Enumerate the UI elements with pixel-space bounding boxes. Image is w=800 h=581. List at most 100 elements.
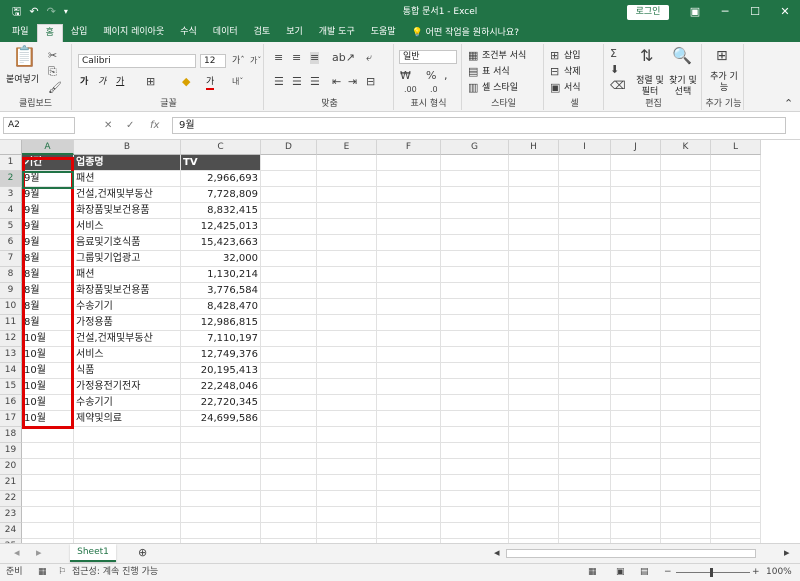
- page-layout-icon[interactable]: ▣: [616, 564, 625, 581]
- paste-icon[interactable]: 📋: [12, 46, 37, 66]
- column-header[interactable]: J: [611, 140, 661, 155]
- grid-cell[interactable]: [261, 347, 317, 363]
- conditional-format-button[interactable]: 조건부 서식: [482, 50, 526, 62]
- grid-cell[interactable]: [441, 363, 509, 379]
- cell-style-button[interactable]: 셀 스타일: [482, 82, 518, 94]
- data-cell[interactable]: 20,195,413: [181, 363, 261, 379]
- data-cell[interactable]: 서비스: [74, 347, 181, 363]
- data-cell[interactable]: 7,728,809: [181, 187, 261, 203]
- middle-align-icon[interactable]: ≡: [292, 52, 301, 64]
- row-header[interactable]: 20: [0, 459, 22, 475]
- scroll-right-icon[interactable]: ▸: [784, 547, 790, 559]
- grid-cell[interactable]: [711, 443, 761, 459]
- grid-cell[interactable]: [661, 395, 711, 411]
- data-cell[interactable]: 8월: [22, 251, 74, 267]
- grid-cell[interactable]: [711, 427, 761, 443]
- data-cell[interactable]: 가정용전기전자: [74, 379, 181, 395]
- collapse-ribbon-icon[interactable]: ⌃: [784, 98, 793, 110]
- grid-cell[interactable]: [661, 459, 711, 475]
- tab-9[interactable]: 도움말: [363, 24, 404, 42]
- grid-cell[interactable]: [261, 299, 317, 315]
- grid-cell[interactable]: [317, 443, 377, 459]
- row-header[interactable]: 10: [0, 299, 22, 315]
- grid-cell[interactable]: [377, 283, 441, 299]
- grid-cell[interactable]: [441, 491, 509, 507]
- grid-cell[interactable]: [661, 427, 711, 443]
- column-header[interactable]: A: [22, 140, 74, 155]
- cut-icon[interactable]: ✂: [48, 50, 57, 62]
- grid-cell[interactable]: [661, 155, 711, 171]
- grid-cell[interactable]: [441, 171, 509, 187]
- table-format-button[interactable]: 표 서식: [482, 66, 510, 78]
- grid-cell[interactable]: [559, 251, 611, 267]
- tab-7[interactable]: 보기: [278, 24, 311, 42]
- row-header[interactable]: 19: [0, 443, 22, 459]
- tab-1[interactable]: 홈: [36, 24, 63, 42]
- grid-cell[interactable]: [611, 331, 661, 347]
- grid-cell[interactable]: [509, 155, 559, 171]
- row-header[interactable]: 3: [0, 187, 22, 203]
- grid-cell[interactable]: [181, 507, 261, 523]
- grid-cell[interactable]: [317, 523, 377, 539]
- grid-cell[interactable]: [317, 395, 377, 411]
- normal-view-icon[interactable]: ▦: [588, 564, 597, 581]
- customize-qat-icon[interactable]: ▾: [64, 0, 68, 24]
- data-cell[interactable]: 22,720,345: [181, 395, 261, 411]
- grid-cell[interactable]: [377, 507, 441, 523]
- undo-icon[interactable]: ↶: [29, 0, 38, 24]
- data-cell[interactable]: 음료및기호식품: [74, 235, 181, 251]
- grid-cell[interactable]: [611, 219, 661, 235]
- ribbon-display-icon[interactable]: ▣: [680, 0, 710, 24]
- column-header[interactable]: L: [711, 140, 761, 155]
- tab-4[interactable]: 수식: [172, 24, 205, 42]
- grid-cell[interactable]: [441, 203, 509, 219]
- row-header[interactable]: 8: [0, 267, 22, 283]
- data-cell[interactable]: 건설,건재및부동산: [74, 187, 181, 203]
- grid-cell[interactable]: [261, 443, 317, 459]
- grid-cell[interactable]: [377, 331, 441, 347]
- tab-5[interactable]: 데이터: [205, 24, 246, 42]
- grid-cell[interactable]: [509, 427, 559, 443]
- name-box[interactable]: A2: [3, 117, 75, 134]
- grid-cell[interactable]: [441, 187, 509, 203]
- add-sheet-icon[interactable]: ⊕: [138, 547, 147, 559]
- grid-cell[interactable]: [377, 299, 441, 315]
- grid-cell[interactable]: [559, 363, 611, 379]
- grid-cell[interactable]: [711, 235, 761, 251]
- sheet-tab[interactable]: Sheet1: [70, 544, 116, 562]
- data-cell[interactable]: 10월: [22, 395, 74, 411]
- grid-cell[interactable]: [559, 299, 611, 315]
- row-header[interactable]: 22: [0, 491, 22, 507]
- grid-cell[interactable]: [509, 411, 559, 427]
- grid-cell[interactable]: [261, 459, 317, 475]
- grid-cell[interactable]: [661, 187, 711, 203]
- grid-cell[interactable]: [611, 283, 661, 299]
- grid-cell[interactable]: [261, 475, 317, 491]
- header-cell[interactable]: 업종명: [74, 155, 181, 171]
- grid-cell[interactable]: [661, 363, 711, 379]
- grid-cell[interactable]: [559, 347, 611, 363]
- increase-decimal-icon[interactable]: .00: [404, 84, 417, 96]
- column-header[interactable]: K: [661, 140, 711, 155]
- column-header[interactable]: C: [181, 140, 261, 155]
- data-cell[interactable]: 32,000: [181, 251, 261, 267]
- grid-cell[interactable]: [441, 395, 509, 411]
- column-header[interactable]: D: [261, 140, 317, 155]
- grid-cell[interactable]: [661, 443, 711, 459]
- grid-cell[interactable]: [377, 411, 441, 427]
- grid-cell[interactable]: [377, 427, 441, 443]
- scroll-left-icon[interactable]: ◂: [494, 547, 500, 559]
- row-header[interactable]: 16: [0, 395, 22, 411]
- grid-cell[interactable]: [661, 299, 711, 315]
- grid-cell[interactable]: [377, 347, 441, 363]
- format-painter-icon[interactable]: 🖌: [48, 82, 62, 94]
- grid-cell[interactable]: [711, 523, 761, 539]
- row-header[interactable]: 5: [0, 219, 22, 235]
- page-break-icon[interactable]: ▤: [640, 564, 649, 581]
- column-header[interactable]: H: [509, 140, 559, 155]
- grid-cell[interactable]: [317, 411, 377, 427]
- grid-cell[interactable]: [377, 363, 441, 379]
- increase-indent-icon[interactable]: ⇥: [348, 76, 357, 88]
- grid-cell[interactable]: [261, 331, 317, 347]
- grid-cell[interactable]: [441, 411, 509, 427]
